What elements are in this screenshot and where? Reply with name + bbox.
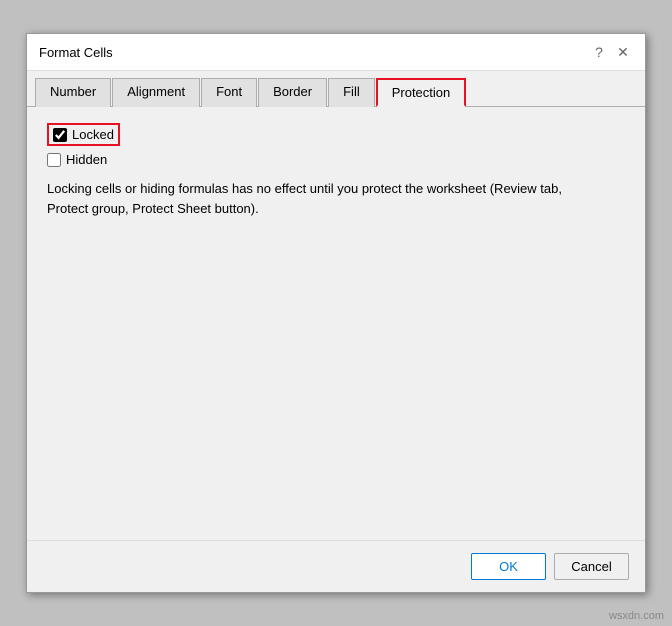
tab-protection[interactable]: Protection — [376, 78, 467, 107]
help-button[interactable]: ? — [589, 42, 609, 62]
locked-checkbox[interactable] — [53, 128, 67, 142]
hidden-checkbox[interactable] — [47, 153, 61, 167]
locked-label: Locked — [72, 127, 114, 142]
title-bar-right: ? ✕ — [589, 42, 633, 62]
format-cells-dialog: Format Cells ? ✕ Number Alignment Font B… — [26, 33, 646, 593]
protection-description: Locking cells or hiding formulas has no … — [47, 179, 587, 218]
tab-font[interactable]: Font — [201, 78, 257, 107]
locked-row: Locked — [47, 123, 120, 146]
tab-fill[interactable]: Fill — [328, 78, 375, 107]
dialog-title: Format Cells — [39, 45, 113, 60]
hidden-label: Hidden — [66, 152, 107, 167]
watermark: wsxdn.com — [609, 610, 664, 622]
tab-bar: Number Alignment Font Border Fill Protec… — [27, 71, 645, 107]
tab-number[interactable]: Number — [35, 78, 111, 107]
title-bar-left: Format Cells — [39, 45, 113, 60]
tab-alignment[interactable]: Alignment — [112, 78, 200, 107]
dialog-footer: OK Cancel — [27, 540, 645, 592]
cancel-button[interactable]: Cancel — [554, 553, 629, 580]
ok-button[interactable]: OK — [471, 553, 546, 580]
close-button[interactable]: ✕ — [613, 42, 633, 62]
hidden-row: Hidden — [47, 152, 625, 167]
tab-border[interactable]: Border — [258, 78, 327, 107]
tab-content: Locked Hidden Locking cells or hiding fo… — [27, 107, 645, 540]
title-bar: Format Cells ? ✕ — [27, 34, 645, 71]
